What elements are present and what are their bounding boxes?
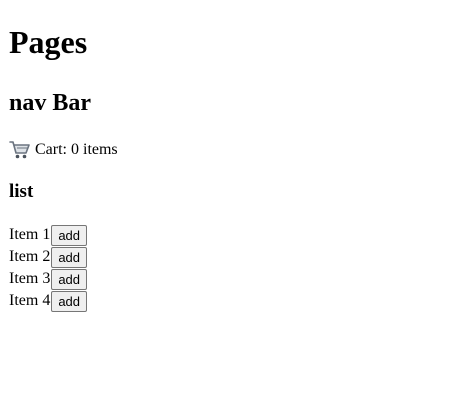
page-title: Pages xyxy=(9,24,88,60)
add-item-2-button[interactable]: add xyxy=(51,246,88,268)
add-item-3-button[interactable]: add xyxy=(51,268,88,290)
shopping-cart-icon xyxy=(9,140,31,160)
list-item: Item 3 add xyxy=(9,268,88,290)
item-list: Item 1 add Item 2 add Item 3 add Item 4 … xyxy=(9,224,88,312)
item-label: Item 3 xyxy=(9,270,51,287)
cart-count-label: Cart: 0 items xyxy=(35,141,118,158)
add-item-1-button[interactable]: add xyxy=(51,224,88,246)
list-item: Item 1 add xyxy=(9,224,88,246)
list-item: Item 4 add xyxy=(9,290,88,312)
item-label: Item 2 xyxy=(9,248,51,265)
list-item: Item 2 add xyxy=(9,246,88,268)
nav-bar-title: nav Bar xyxy=(9,90,92,116)
cart-summary: Cart: 0 items xyxy=(9,139,118,161)
list-title: list xyxy=(9,181,34,202)
item-label: Item 4 xyxy=(9,292,51,309)
item-label: Item 1 xyxy=(9,226,51,243)
add-item-4-button[interactable]: add xyxy=(51,290,88,312)
